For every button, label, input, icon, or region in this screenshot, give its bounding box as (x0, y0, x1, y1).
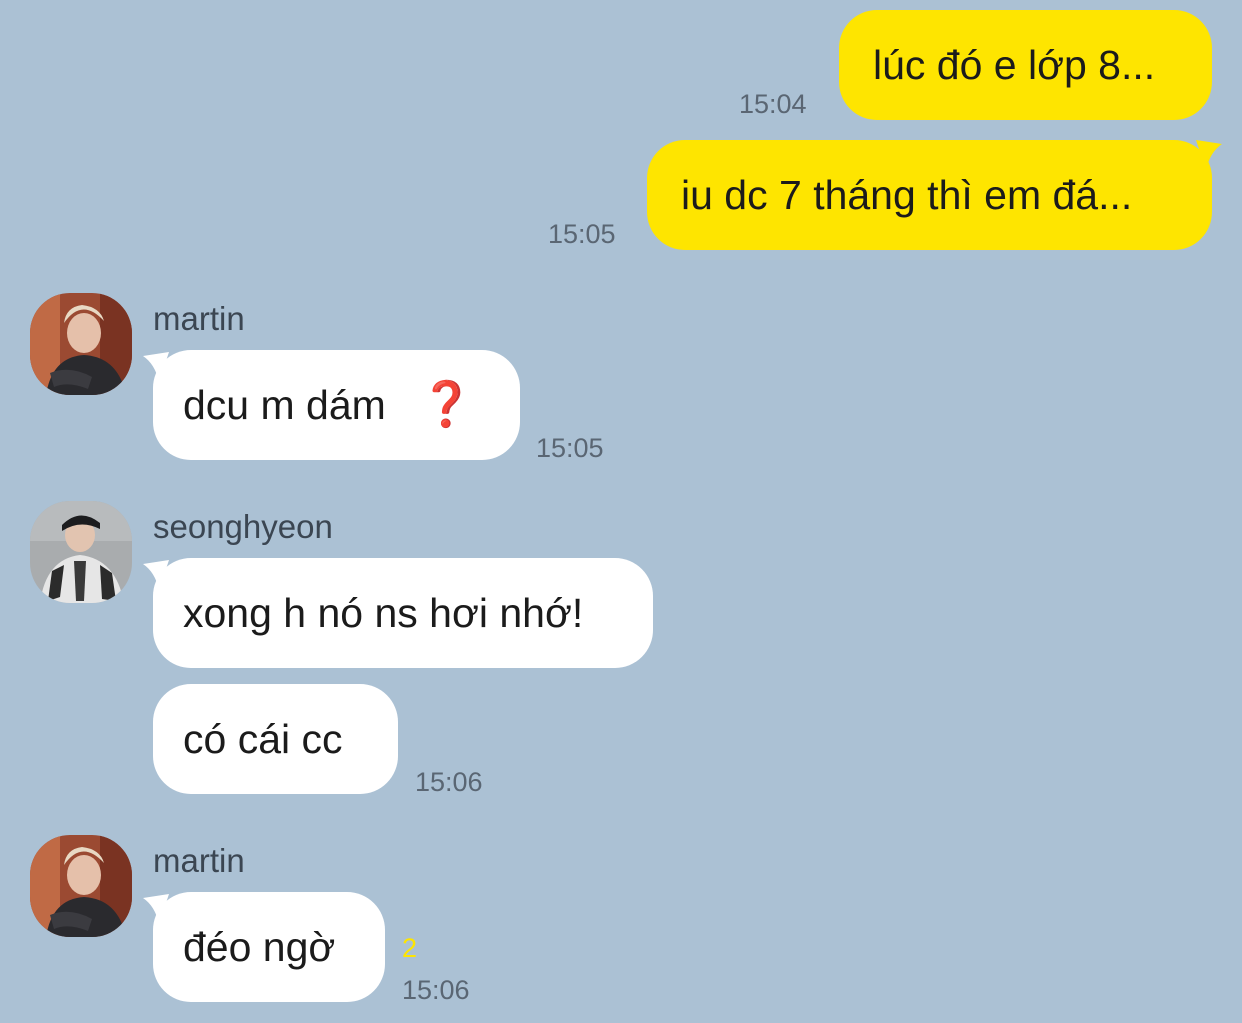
incoming-message-bubble[interactable]: có cái cc (153, 684, 398, 794)
avatar-seonghyeon[interactable] (30, 501, 132, 603)
message-time: 15:04 (739, 89, 807, 119)
outgoing-message-bubble[interactable]: iu dc 7 tháng thì em đá... (647, 140, 1212, 250)
outgoing-message-bubble[interactable]: lúc đó e lớp 8... (839, 10, 1212, 120)
avatar-martin[interactable] (30, 293, 132, 395)
message-time: 15:06 (415, 767, 483, 797)
message-text: đéo ngờ (183, 924, 336, 970)
avatar-image (30, 835, 132, 937)
message-time: 15:06 (402, 975, 470, 1005)
message-text: xong h nó ns hơi nhớ! (183, 590, 584, 636)
avatar-image (30, 501, 132, 603)
incoming-message-bubble[interactable]: xong h nó ns hơi nhớ! (153, 558, 653, 668)
sender-name: martin (153, 300, 245, 337)
message-text: iu dc 7 tháng thì em đá... (681, 172, 1133, 218)
avatar-image (30, 293, 132, 395)
incoming-message-bubble[interactable]: dcu m dám ❓ (153, 350, 520, 460)
message-time: 15:05 (548, 219, 616, 249)
message-text: lúc đó e lớp 8... (873, 42, 1156, 88)
question-mark-icon: ❓ (419, 380, 474, 429)
unread-count: 2 (402, 933, 418, 963)
chat-area[interactable]: lúc đó e lớp 8... 15:04 iu dc 7 tháng th… (0, 0, 1242, 1023)
message-text: dcu m dám (183, 382, 398, 428)
incoming-message-bubble[interactable]: đéo ngờ (153, 892, 385, 1002)
avatar-martin[interactable] (30, 835, 132, 937)
sender-name: seonghyeon (153, 508, 333, 545)
message-time: 15:05 (536, 433, 604, 463)
message-text: có cái cc (183, 716, 343, 762)
sender-name: martin (153, 842, 245, 879)
